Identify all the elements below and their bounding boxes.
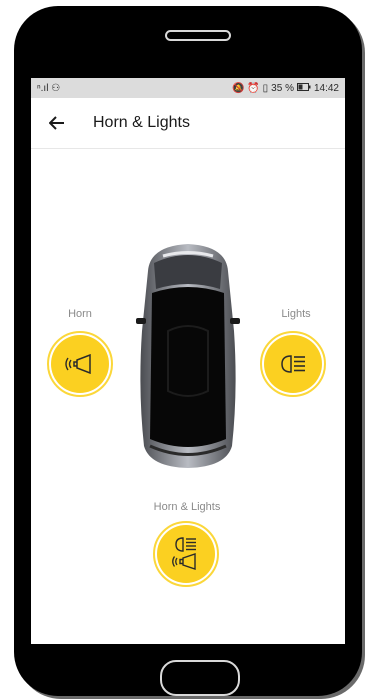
horn-button[interactable] — [47, 331, 113, 397]
page-title: Horn & Lights — [93, 114, 190, 131]
battery-percent: 35 % — [271, 82, 294, 94]
app-screen: ⁿ.ıl ⚇ 🔕 ⏰ ▯ 35 % 14:42 Horn & Lights Ho… — [31, 78, 345, 644]
back-button[interactable] — [45, 111, 69, 135]
clock: 14:42 — [313, 82, 339, 94]
status-bar: ⁿ.ıl ⚇ 🔕 ⏰ ▯ 35 % 14:42 — [31, 78, 345, 98]
car-top-view — [136, 244, 240, 468]
horn-label: Horn — [68, 308, 92, 320]
lights-label: Lights — [281, 308, 311, 320]
headlight-icon — [281, 355, 305, 373]
horn-and-lights-button[interactable] — [153, 521, 219, 587]
status-icons: 🔕 ⏰ ▯ — [232, 82, 269, 94]
battery-icon — [296, 82, 311, 94]
signal-icon: ⁿ.ıl ⚇ — [37, 82, 61, 94]
horn-and-headlight-icon — [172, 537, 196, 570]
arrow-left-icon — [49, 116, 64, 130]
horn-and-lights-label: Horn & Lights — [153, 501, 221, 513]
horn-icon — [65, 354, 91, 374]
lights-button[interactable] — [260, 331, 326, 397]
app-bar: Horn & Lights — [31, 98, 345, 149]
home-button[interactable] — [160, 660, 240, 696]
phone-speaker — [165, 30, 231, 41]
